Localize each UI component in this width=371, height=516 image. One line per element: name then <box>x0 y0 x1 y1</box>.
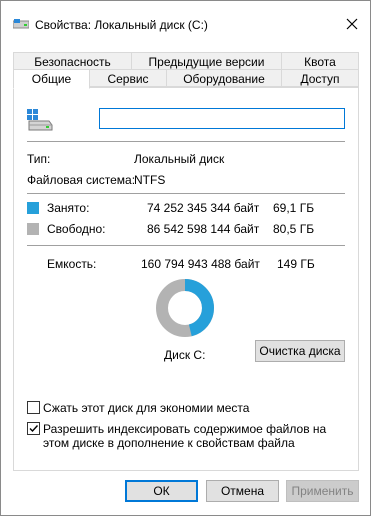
used-size: 69,1 ГБ <box>273 201 315 215</box>
tab-hardware[interactable]: Оборудование <box>166 69 282 87</box>
properties-window: Свойства: Локальный диск (C:) Безопаснос… <box>0 0 371 516</box>
free-label: Свободно: <box>47 222 106 236</box>
used-bytes: 74 252 345 344 байт <box>147 201 260 215</box>
type-label: Тип: <box>27 152 51 166</box>
used-color-swatch <box>27 202 39 214</box>
tab-previous-versions[interactable]: Предыдущие версии <box>131 52 282 70</box>
index-label: Разрешить индексировать содержимое файло… <box>43 422 327 450</box>
ok-button[interactable]: ОК <box>125 480 198 502</box>
drive-name-input[interactable] <box>99 108 345 129</box>
separator-capacity <box>27 245 345 246</box>
tab-sharing[interactable]: Доступ <box>281 69 359 87</box>
tab-security[interactable]: Безопасность <box>13 52 132 70</box>
compress-checkbox[interactable] <box>27 401 40 414</box>
free-color-swatch <box>27 223 39 235</box>
free-size: 80,5 ГБ <box>273 222 315 236</box>
cancel-button[interactable]: Отмена <box>206 480 279 502</box>
free-bytes: 86 542 598 144 байт <box>147 222 260 236</box>
apply-button[interactable]: Применить <box>286 480 359 502</box>
filesystem-value: NTFS <box>134 173 166 187</box>
index-checkbox[interactable] <box>27 422 40 435</box>
capacity-label: Емкость: <box>47 257 97 271</box>
disk-label: Диск C: <box>164 348 206 362</box>
capacity-bytes: 160 794 943 488 байт <box>141 257 260 271</box>
drive-large-icon <box>27 109 53 134</box>
compress-label: Сжать этот диск для экономии места <box>43 401 250 415</box>
close-icon[interactable] <box>344 16 360 32</box>
drive-icon <box>12 18 30 29</box>
window-title: Свойства: Локальный диск (C:) <box>35 18 208 32</box>
type-value: Локальный диск <box>134 152 225 166</box>
disk-usage-donut <box>156 279 214 337</box>
title-bar: Свойства: Локальный диск (C:) <box>1 1 370 41</box>
separator-middle <box>27 193 345 194</box>
filesystem-label: Файловая система: <box>27 173 136 187</box>
disk-cleanup-button[interactable]: Очистка диска <box>255 340 345 362</box>
tab-quota[interactable]: Квота <box>281 52 359 70</box>
separator-top <box>27 141 345 142</box>
checkmark-icon <box>29 425 39 433</box>
tab-tools[interactable]: Сервис <box>89 69 167 87</box>
capacity-size: 149 ГБ <box>277 257 315 271</box>
used-label: Занято: <box>47 201 90 215</box>
tab-general[interactable]: Общие <box>13 69 90 89</box>
